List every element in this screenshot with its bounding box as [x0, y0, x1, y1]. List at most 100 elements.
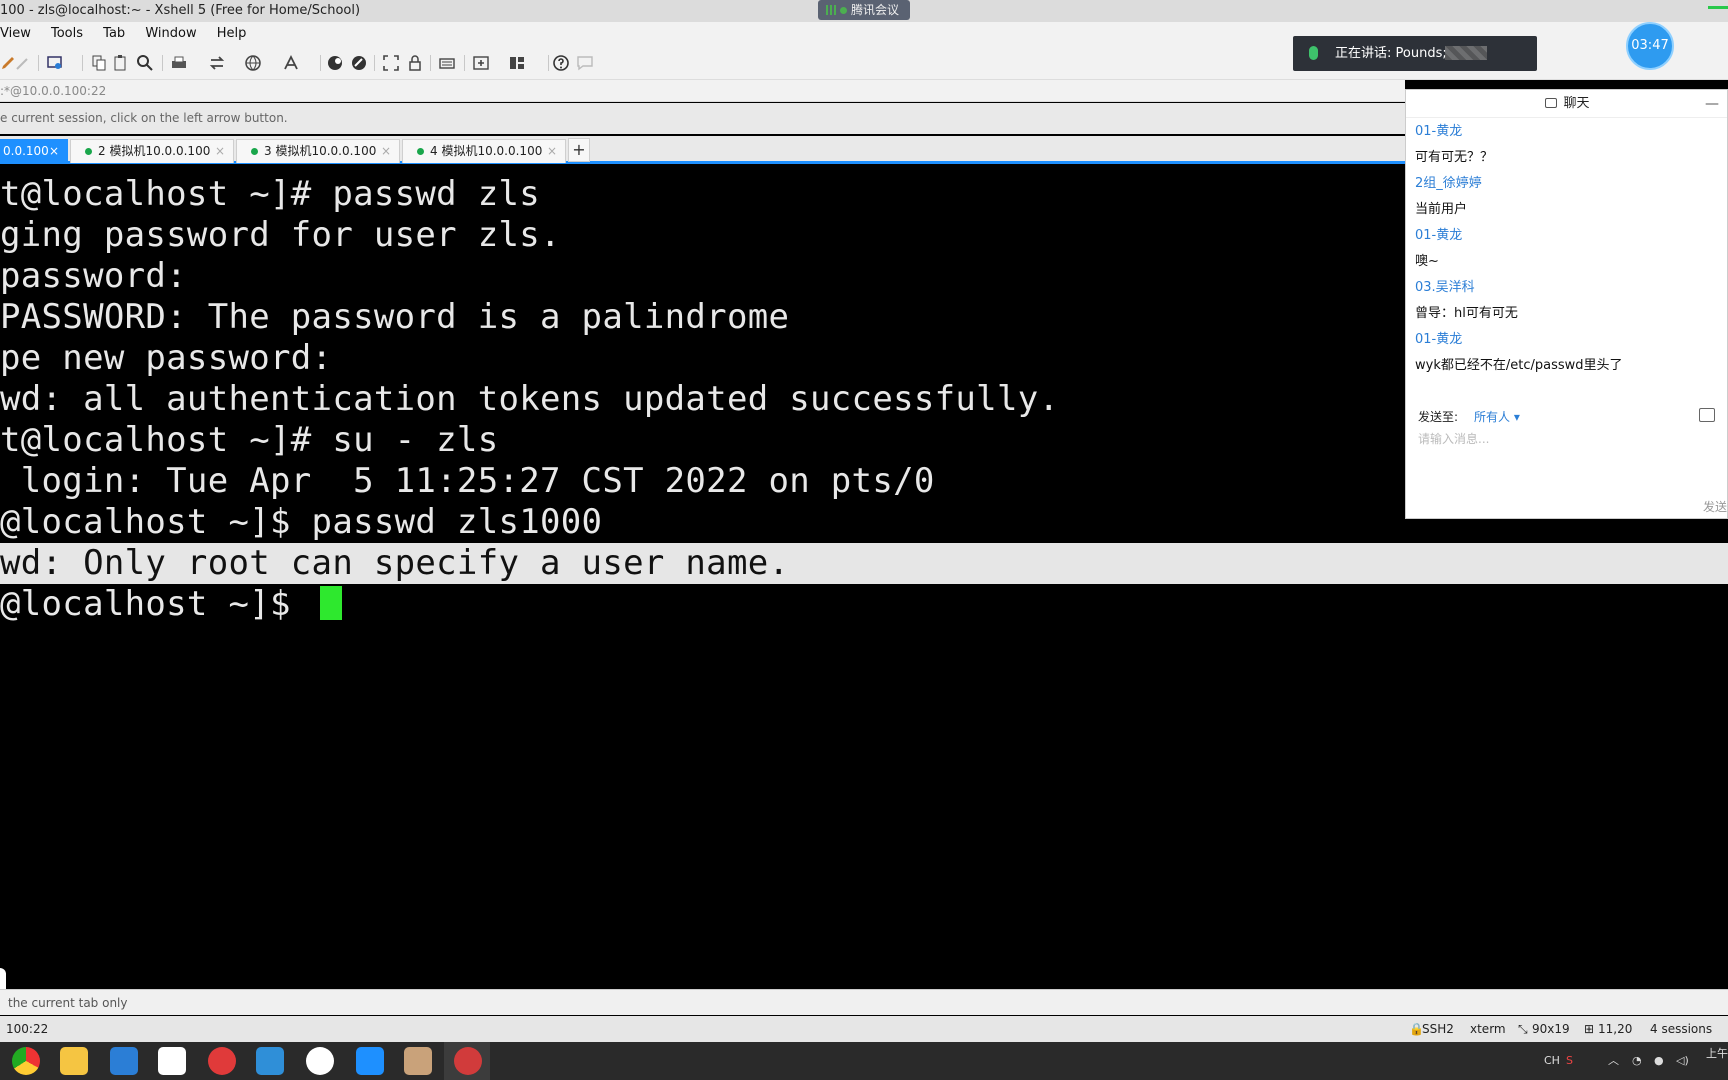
cursor-pos-icon: ⊞ — [1584, 1022, 1595, 1036]
chat-message: wyk都已经不在/etc/passwd里头了 — [1415, 358, 1623, 373]
close-icon[interactable]: × — [215, 140, 225, 162]
ime-indicator[interactable]: CH — [1544, 1042, 1560, 1080]
transfer-icon[interactable] — [208, 54, 226, 72]
paste-icon[interactable] — [112, 54, 130, 72]
toolbar-separator — [548, 55, 549, 71]
chat-sender[interactable]: 01-黄龙 — [1415, 328, 1462, 347]
chat-bubble-icon[interactable] — [576, 54, 594, 72]
xshell-icon[interactable] — [454, 1047, 482, 1075]
file-explorer-icon[interactable] — [60, 1047, 88, 1075]
chat-sender[interactable]: 03.吴洋科 — [1415, 276, 1475, 295]
connected-dot-icon — [85, 148, 92, 155]
find-icon[interactable] — [136, 54, 154, 72]
keyboard-icon[interactable] — [438, 54, 456, 72]
globe-icon[interactable] — [244, 54, 262, 72]
menu-view[interactable]: View — [0, 22, 31, 46]
chat-sender[interactable]: 01-黄龙 — [1415, 120, 1462, 139]
tab-session-3[interactable]: 3 模拟机10.0.0.100 × — [236, 139, 400, 163]
xftp-icon[interactable] — [326, 54, 344, 72]
menu-window[interactable]: Window — [145, 22, 196, 46]
copy-icon[interactable] — [90, 54, 108, 72]
minimize-icon[interactable]: — — [1705, 90, 1719, 118]
add-tab-button[interactable]: + — [568, 138, 590, 162]
status-term: xterm — [1470, 1022, 1506, 1036]
close-icon[interactable]: × — [547, 140, 557, 162]
clock[interactable]: 上午 — [1706, 1046, 1728, 1080]
print-icon[interactable] — [170, 54, 188, 72]
sogou-icon[interactable]: S — [1566, 1042, 1573, 1080]
media-player-icon[interactable] — [306, 1047, 334, 1075]
menu-tools[interactable]: Tools — [51, 22, 83, 46]
attachment-icon[interactable] — [1699, 408, 1715, 422]
terminal-line: t@localhost ~]# su - zls — [0, 420, 499, 460]
blurred-name — [1445, 46, 1487, 60]
chat-message: 可有可无？？ — [1415, 150, 1494, 165]
tab-label: 0.0.100 — [3, 144, 49, 158]
chat-panel: 聊天 — 01-黄龙 可有可无？？ 2组_徐婷婷 当前用户 01-黄龙 噢~ 0… — [1405, 89, 1728, 519]
tab-session-4[interactable]: 4 模拟机10.0.0.100 × — [402, 139, 566, 163]
toolbar-separator — [464, 55, 465, 71]
send-button[interactable]: 发送 — [1703, 498, 1727, 515]
meeting-timer[interactable]: 03:47 — [1626, 22, 1674, 70]
terminal-line: t@localhost ~]# passwd zls — [0, 174, 541, 214]
new-session-icon[interactable] — [46, 54, 64, 72]
lock-icon[interactable] — [406, 54, 424, 72]
chat-message: 噢~ — [1415, 254, 1439, 269]
chat-input[interactable]: 请输入消息... — [1418, 430, 1708, 447]
send-to-select[interactable]: 所有人 ▾ — [1474, 408, 1520, 425]
close-icon[interactable]: × — [381, 140, 391, 162]
connected-dot-icon — [251, 148, 258, 155]
chat-sender[interactable]: 2组_徐婷婷 — [1415, 172, 1482, 191]
layout-icon[interactable] — [508, 54, 526, 72]
tab-session-1[interactable]: 0.0.100 × — [0, 139, 68, 163]
status-size: 90x19 — [1532, 1022, 1570, 1036]
paint-icon[interactable] — [404, 1047, 432, 1075]
volume-icon[interactable]: ◁) — [1676, 1042, 1689, 1080]
tab-bar: 0.0.100 × 2 模拟机10.0.0.100 × 3 模拟机10.0.0.… — [0, 136, 1405, 164]
terminal-line: PASSWORD: The password is a palindrome — [0, 297, 790, 337]
terminal-line: password: — [0, 256, 187, 296]
chat-sender[interactable]: 01-黄龙 — [1415, 224, 1462, 243]
status-address: 100:22 — [6, 1022, 49, 1036]
window-title: 100 - zls@localhost:~ - Xshell 5 (Free f… — [0, 3, 361, 18]
toolbar-separator — [82, 55, 83, 71]
menu-help[interactable]: Help — [217, 22, 247, 46]
close-icon[interactable]: × — [49, 140, 59, 162]
netease-music-icon[interactable] — [208, 1047, 236, 1075]
typora-icon[interactable] — [158, 1047, 186, 1075]
network-icon[interactable]: ◔ — [1632, 1042, 1642, 1080]
toolbar-separator — [320, 55, 321, 71]
vm-icon[interactable] — [256, 1047, 284, 1075]
tab-label: 2 模拟机10.0.0.100 — [98, 144, 211, 158]
add-window-icon[interactable] — [472, 54, 490, 72]
xagent-icon[interactable] — [350, 54, 368, 72]
tab-label: 3 模拟机10.0.0.100 — [264, 144, 377, 158]
tray-expand-icon[interactable]: ︿ — [1608, 1042, 1619, 1080]
terminal-line-highlighted: wd: Only root can specify a user name. — [0, 543, 1728, 584]
terminal-line: pe new password: — [0, 338, 333, 378]
signal-icon — [826, 5, 836, 15]
terminal-line: login: Tue Apr 5 11:25:27 CST 2022 on pt… — [0, 461, 935, 501]
meeting-indicator[interactable]: 腾讯会议 — [818, 0, 910, 20]
window-indicator — [1708, 6, 1728, 9]
status-cursor: 11,20 — [1598, 1022, 1633, 1036]
address-text: :*@10.0.0.100:22 — [0, 84, 107, 98]
status-protocol: SSH2 — [1422, 1022, 1454, 1036]
qq-icon[interactable]: ● — [1654, 1042, 1664, 1080]
tencent-meeting-icon[interactable] — [356, 1047, 384, 1075]
pen-icon[interactable] — [14, 54, 32, 72]
chrome-icon[interactable] — [12, 1047, 40, 1075]
status-sessions: 4 sessions — [1650, 1022, 1713, 1036]
help-icon[interactable] — [552, 54, 570, 72]
font-icon[interactable] — [282, 54, 300, 72]
session-hint: e current session, click on the left arr… — [0, 103, 1405, 134]
feishu-icon[interactable] — [110, 1047, 138, 1075]
address-bar[interactable]: :*@10.0.0.100:22 — [0, 80, 1405, 102]
menu-tab[interactable]: Tab — [103, 22, 125, 46]
speaking-text: 正在讲话: Pounds; — [1335, 46, 1447, 61]
prompt-text: @localhost ~]$ — [0, 584, 312, 624]
tab-session-2[interactable]: 2 模拟机10.0.0.100 × — [70, 139, 234, 163]
scope-text: the current tab only — [8, 996, 128, 1010]
fullscreen-icon[interactable] — [382, 54, 400, 72]
chat-message: 当前用户 — [1415, 202, 1468, 217]
